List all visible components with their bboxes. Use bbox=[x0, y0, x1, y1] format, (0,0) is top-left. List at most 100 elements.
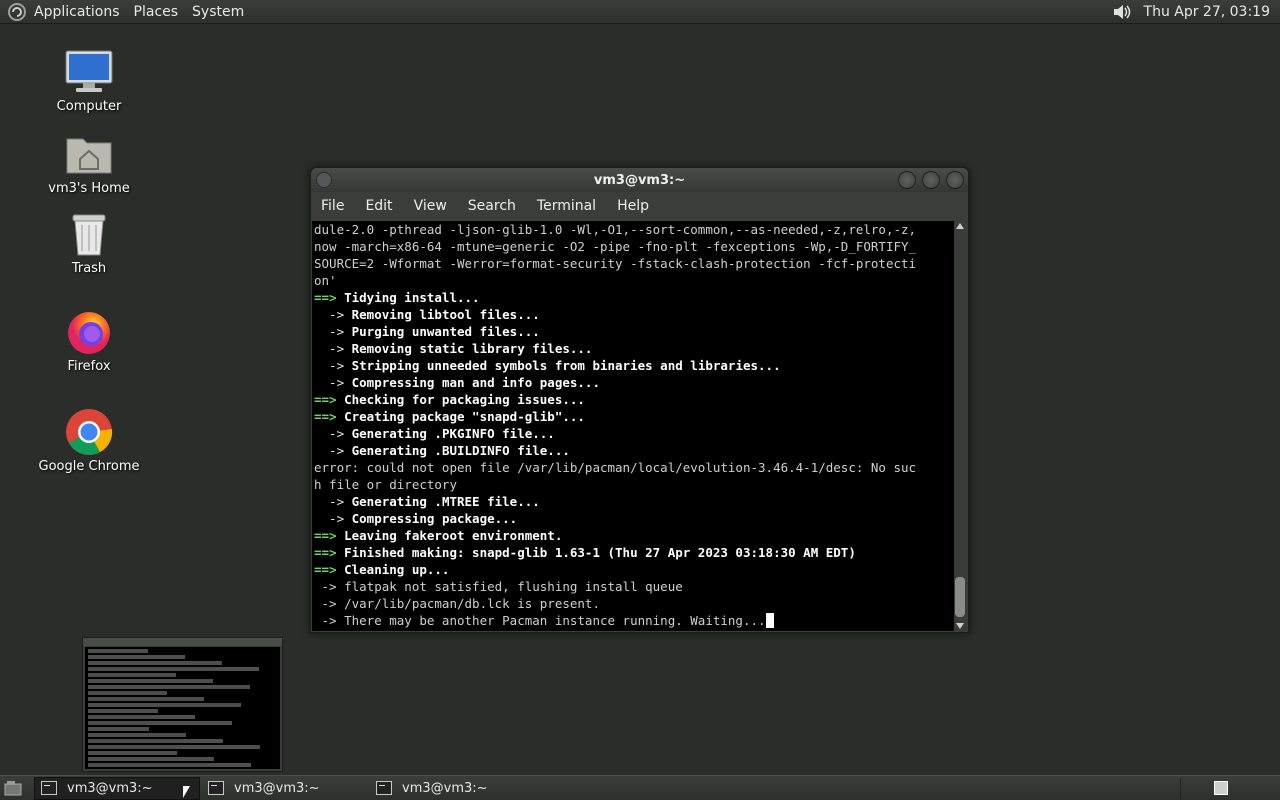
desktop-icon-label: Computer bbox=[56, 99, 122, 114]
bottom-panel: vm3@vm3:~ vm3@vm3:~ vm3@vm3:~ bbox=[0, 775, 1280, 800]
thumbnail-line bbox=[88, 721, 232, 725]
chrome-icon bbox=[63, 406, 115, 458]
terminal-line: ==> Cleaning up... bbox=[314, 562, 450, 577]
volume-icon[interactable] bbox=[1110, 0, 1134, 24]
desktop-icon-label: Google Chrome bbox=[38, 459, 140, 474]
clock[interactable]: Thu Apr 27, 03:19 bbox=[1134, 4, 1280, 20]
terminal-line: ==> Creating package "snapd-glib"... bbox=[314, 409, 585, 424]
terminal-line: h file or directory bbox=[314, 477, 457, 492]
terminal-line: ==> Leaving fakeroot environment. bbox=[314, 528, 563, 543]
window-thumbnail-preview[interactable] bbox=[82, 637, 283, 772]
applications-menu[interactable]: Applications bbox=[34, 4, 130, 20]
terminal-line: -> Generating .PKGINFO file... bbox=[314, 426, 555, 441]
thumbnail-line bbox=[88, 727, 149, 731]
thumbnail-line bbox=[88, 709, 158, 713]
menu-view[interactable]: View bbox=[414, 198, 447, 214]
terminal-line: -> flatpak not satisfied, flushing insta… bbox=[314, 579, 683, 594]
window-title: vm3@vm3:~ bbox=[593, 172, 686, 188]
mouse-pointer-icon bbox=[183, 786, 190, 798]
terminal-line: dule-2.0 -pthread -ljson-glib-1.0 -Wl,-O… bbox=[314, 222, 917, 237]
terminal-line: -> Generating .BUILDINFO file... bbox=[314, 443, 570, 458]
terminal-icon bbox=[376, 781, 392, 795]
thumbnail-line bbox=[88, 763, 251, 767]
panel-separator bbox=[1180, 778, 1204, 799]
terminal-output[interactable]: dule-2.0 -pthread -ljson-glib-1.0 -Wl,-O… bbox=[312, 221, 955, 631]
thumbnail-line bbox=[88, 697, 204, 701]
taskbar-item-label: vm3@vm3:~ bbox=[402, 780, 488, 796]
taskbar-item[interactable]: vm3@vm3:~ bbox=[202, 777, 368, 800]
scroll-up-icon[interactable] bbox=[956, 223, 964, 229]
firefox-icon bbox=[63, 306, 115, 358]
taskbar-item[interactable]: vm3@vm3:~ bbox=[370, 777, 536, 800]
terminal-line: -> Compressing man and info pages... bbox=[314, 375, 600, 390]
terminal-line: -> Removing libtool files... bbox=[314, 307, 540, 322]
thumbnail-line bbox=[88, 649, 148, 653]
terminal-icon bbox=[41, 781, 57, 795]
terminal-icon bbox=[208, 781, 224, 795]
thumbnail-menubar bbox=[83, 638, 282, 646]
desktop-icon-label: Trash bbox=[71, 261, 107, 276]
thumbnail-line bbox=[88, 745, 260, 749]
scroll-down-icon[interactable] bbox=[956, 623, 964, 629]
terminal-line: now -march=x86-64 -mtune=generic -O2 -pi… bbox=[314, 239, 917, 254]
terminal-titlebar[interactable]: vm3@vm3:~ bbox=[311, 168, 968, 192]
terminal-window[interactable]: vm3@vm3:~ File Edit View Search Terminal… bbox=[310, 167, 969, 633]
menu-help[interactable]: Help bbox=[617, 198, 649, 214]
minimize-button[interactable] bbox=[898, 171, 916, 189]
workspace-switcher[interactable] bbox=[1214, 781, 1228, 795]
thumbnail-line bbox=[88, 667, 259, 671]
show-desktop-icon[interactable] bbox=[2, 777, 24, 799]
terminal-line: -> Removing static library files... bbox=[314, 341, 593, 356]
taskbar-item-label: vm3@vm3:~ bbox=[67, 780, 153, 796]
close-button[interactable] bbox=[946, 171, 964, 189]
terminal-line: on' bbox=[314, 273, 337, 288]
computer-icon bbox=[63, 46, 115, 98]
thumbnail-line bbox=[88, 661, 222, 665]
trash-icon bbox=[63, 208, 115, 260]
taskbar-item-label: vm3@vm3:~ bbox=[234, 780, 320, 796]
window-menu-icon[interactable] bbox=[316, 172, 332, 188]
thumbnail-line bbox=[88, 673, 176, 677]
terminal-cursor bbox=[765, 613, 774, 628]
terminal-line: ==> Checking for packaging issues... bbox=[314, 392, 585, 407]
menu-search[interactable]: Search bbox=[468, 198, 516, 214]
thumbnail-line bbox=[88, 757, 214, 761]
terminal-line: -> Purging unwanted files... bbox=[314, 324, 540, 339]
terminal-line: error: could not open file /var/lib/pacm… bbox=[314, 460, 917, 475]
top-panel: Applications Places System Thu Apr 27, 0… bbox=[0, 0, 1280, 24]
desktop-icon-home[interactable]: vm3's Home bbox=[34, 128, 144, 196]
thumbnail-line bbox=[88, 685, 250, 689]
thumbnail-line bbox=[88, 703, 241, 707]
terminal-scrollbar[interactable] bbox=[954, 221, 967, 631]
terminal-line: -> Stripping unneeded symbols from binar… bbox=[314, 358, 781, 373]
desktop-icon-computer[interactable]: Computer bbox=[34, 46, 144, 114]
menu-terminal[interactable]: Terminal bbox=[537, 198, 596, 214]
terminal-menubar: File Edit View Search Terminal Help bbox=[311, 192, 968, 220]
desktop-icon-trash[interactable]: Trash bbox=[34, 208, 144, 276]
taskbar-item[interactable]: vm3@vm3:~ bbox=[34, 776, 200, 800]
menu-edit[interactable]: Edit bbox=[365, 198, 392, 214]
terminal-line: ==> Finished making: snapd-glib 1.63-1 (… bbox=[314, 545, 856, 560]
terminal-line: -> Generating .MTREE file... bbox=[314, 494, 540, 509]
terminal-line: -> There may be another Pacman instance … bbox=[312, 612, 955, 629]
places-menu[interactable]: Places bbox=[134, 4, 189, 20]
thumbnail-line bbox=[88, 715, 195, 719]
scrollbar-thumb[interactable] bbox=[955, 577, 965, 617]
desktop-icon-label: vm3's Home bbox=[48, 181, 130, 196]
home-folder-icon bbox=[63, 128, 115, 180]
thumbnail-line bbox=[88, 691, 167, 695]
terminal-line: -> /var/lib/pacman/db.lck is present. bbox=[314, 596, 600, 611]
thumbnail-line bbox=[88, 739, 223, 743]
desktop-icon-label: Firefox bbox=[67, 359, 111, 374]
thumbnail-terminal-content bbox=[85, 647, 280, 769]
desktop-icon-chrome[interactable]: Google Chrome bbox=[34, 406, 144, 474]
thumbnail-line bbox=[88, 751, 177, 755]
system-menu[interactable]: System bbox=[192, 4, 254, 20]
menu-file[interactable]: File bbox=[321, 198, 344, 214]
distro-logo-icon[interactable] bbox=[7, 2, 29, 22]
thumbnail-line bbox=[88, 655, 185, 659]
maximize-button[interactable] bbox=[922, 171, 940, 189]
thumbnail-line bbox=[88, 733, 186, 737]
desktop-icon-firefox[interactable]: Firefox bbox=[34, 306, 144, 374]
thumbnail-line bbox=[88, 679, 213, 683]
